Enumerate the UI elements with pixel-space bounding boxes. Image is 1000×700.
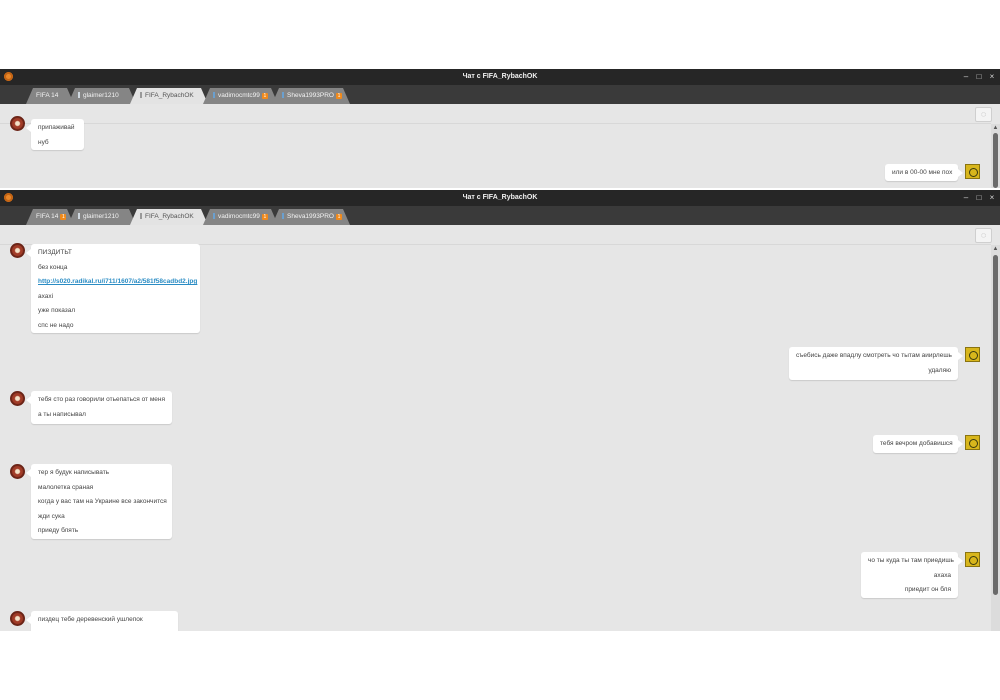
tab-fifa-rybachok[interactable]: FIFA_RybachOK (130, 209, 208, 225)
avatar[interactable] (10, 243, 25, 258)
avatar[interactable] (10, 116, 25, 131)
unread-badge: 1 (263, 214, 267, 220)
message-text: уже показал (38, 307, 76, 315)
message-bubble-incoming: тебя сто раз говорили отьепаться от меня… (26, 391, 172, 424)
tab-marker-icon (140, 213, 142, 219)
minimize-button[interactable]: – (960, 190, 972, 206)
message-link[interactable]: http://s020.radikal.ru/i711/1607/a2/581f… (31, 275, 200, 290)
window-title: Чат с FIFA_RybachOK (462, 73, 538, 80)
tab-label: FIFA 14 (36, 92, 59, 99)
message-text: спс не надо (38, 321, 74, 329)
tab-fifa14[interactable]: FIFA 14 (26, 88, 74, 104)
title-bar[interactable]: Чат с FIFA_RybachOK – □ × (0, 69, 1000, 85)
scroll-up-arrow-icon[interactable]: ▲ (991, 124, 1000, 132)
scroll-thumb[interactable] (993, 133, 998, 188)
scrollbar[interactable]: ▲ (991, 245, 1000, 631)
tab-vadimocmtc99[interactable]: vadimocmtc99 1 (203, 88, 278, 104)
tab-label: FIFA 14 (36, 213, 59, 220)
tab-label: vadimocmtc99 (218, 213, 260, 220)
avatar[interactable] (965, 435, 980, 450)
divider (0, 123, 991, 124)
tab-marker-icon (282, 213, 284, 219)
message-area[interactable]: ◌ ▲ ПИЗДИТЬТ без конца http://s020.radik… (0, 225, 1000, 631)
tab-label: vadimocmtc99 (218, 92, 260, 99)
message-text: нуб (38, 138, 49, 146)
tab-marker-icon (282, 92, 284, 98)
avatar[interactable] (965, 164, 980, 179)
tab-sheva1993pro[interactable]: Sheva1993PRO 1 (272, 88, 350, 104)
maximize-button[interactable]: □ (973, 69, 985, 85)
chat-bubble-icon[interactable]: ◌ (975, 107, 992, 122)
message-text: без конца (38, 263, 68, 271)
message-area[interactable]: ◌ ▲ припаживай нуб или в 00-00 мне пох (0, 104, 1000, 188)
message-text: а ты написывал (38, 410, 86, 418)
chat-window-bottom: Чат с FIFA_RybachOK – □ × FIFA 14 1 glaim… (0, 190, 1000, 631)
avatar[interactable] (965, 552, 980, 567)
avatar[interactable] (10, 464, 25, 479)
message-text: ахахі (38, 292, 54, 300)
message-bubble-outgoing: или в 00-00 мне пох (885, 164, 963, 181)
message-bubble-outgoing: чо ты куда ты там приедишь ахаха приедит… (861, 552, 963, 598)
avatar[interactable] (10, 391, 25, 406)
tab-label: Sheva1993PRO (287, 92, 334, 99)
chat-bubble-icon[interactable]: ◌ (975, 228, 992, 243)
message-text: малолетка сраная (38, 483, 94, 491)
tab-label: glaimer1210 (83, 213, 119, 220)
title-bar[interactable]: Чат с FIFA_RybachOK – □ × (0, 190, 1000, 206)
message-bubble-incoming: пиздец тебе деревенский ушлепок (26, 611, 178, 631)
message-text: тер я будук написывать (38, 469, 110, 476)
unread-badge: 1 (263, 93, 267, 99)
tab-marker-icon (78, 213, 80, 219)
message-text: припаживай (38, 124, 75, 131)
tab-bar: FIFA 14 glaimer1210 FIFA_RybachOK vadimo… (0, 85, 1000, 104)
tab-fifa14[interactable]: FIFA 14 1 (26, 209, 74, 225)
tab-glaimer1210[interactable]: glaimer1210 (68, 88, 136, 104)
maximize-button[interactable]: □ (973, 190, 985, 206)
message-bubble-incoming: тер я будук написывать малолетка сраная … (26, 464, 172, 539)
message-bubble-outgoing: тебя вечром добавишся (873, 435, 963, 453)
tab-vadimocmtc99[interactable]: vadimocmtc99 1 (203, 209, 278, 225)
window-title: Чат с FIFA_RybachOK (462, 194, 538, 201)
message-text: приеду блять (38, 527, 79, 535)
close-button[interactable]: × (986, 190, 998, 206)
tab-label: glaimer1210 (83, 92, 119, 99)
message-bubble-outgoing: съебись даже впадлу смотреть чо тытам аи… (789, 347, 963, 380)
tab-marker-icon (213, 213, 215, 219)
message-text: съебись даже впадлу смотреть чо тытам аи… (796, 352, 952, 359)
scrollbar[interactable]: ▲ (991, 124, 1000, 188)
message-text: пиздец тебе деревенский ушлепок (38, 616, 143, 623)
minimize-button[interactable]: – (960, 69, 972, 85)
chat-window-top: Чат с FIFA_RybachOK – □ × FIFA 14 glaime… (0, 69, 1000, 188)
scroll-thumb[interactable] (993, 255, 998, 595)
unread-badge: 1 (62, 214, 65, 220)
message-text: чо ты куда ты там приедишь (868, 557, 954, 564)
message-bubble-incoming: припаживай нуб (26, 119, 84, 150)
avatar[interactable] (10, 611, 25, 626)
unread-badge: 1 (337, 214, 341, 220)
message-text: удаляю (928, 366, 951, 374)
tab-fifa-rybachok[interactable]: FIFA_RybachOK (130, 88, 208, 104)
message-text: жди сука (38, 512, 65, 520)
message-text: тебя вечром добавишся (880, 440, 953, 447)
message-bubble-incoming: ПИЗДИТЬТ без конца http://s020.radikal.r… (26, 244, 200, 333)
tab-marker-icon (140, 92, 142, 98)
tab-label: Sheva1993PRO (287, 213, 334, 220)
tab-marker-icon (213, 92, 215, 98)
tab-label: FIFA_RybachOK (145, 213, 194, 220)
message-text: ПИЗДИТЬТ (38, 249, 72, 256)
scroll-up-arrow-icon[interactable]: ▲ (991, 245, 1000, 253)
unread-badge: 1 (337, 93, 341, 99)
message-text: когда у вас там на Украине все закончитс… (38, 498, 167, 506)
message-text: ахаха (933, 571, 951, 579)
message-text: или в 00-00 мне пох (892, 169, 953, 176)
message-text: приедит он бля (904, 586, 951, 594)
tab-bar: FIFA 14 1 glaimer1210 FIFA_RybachOK vadim… (0, 206, 1000, 225)
tab-marker-icon (78, 92, 80, 98)
close-button[interactable]: × (986, 69, 998, 85)
avatar[interactable] (965, 347, 980, 362)
message-text: тебя сто раз говорили отьепаться от меня (38, 396, 166, 403)
tab-label: FIFA_RybachOK (145, 92, 194, 99)
tab-sheva1993pro[interactable]: Sheva1993PRO 1 (272, 209, 350, 225)
tab-glaimer1210[interactable]: glaimer1210 (68, 209, 136, 225)
